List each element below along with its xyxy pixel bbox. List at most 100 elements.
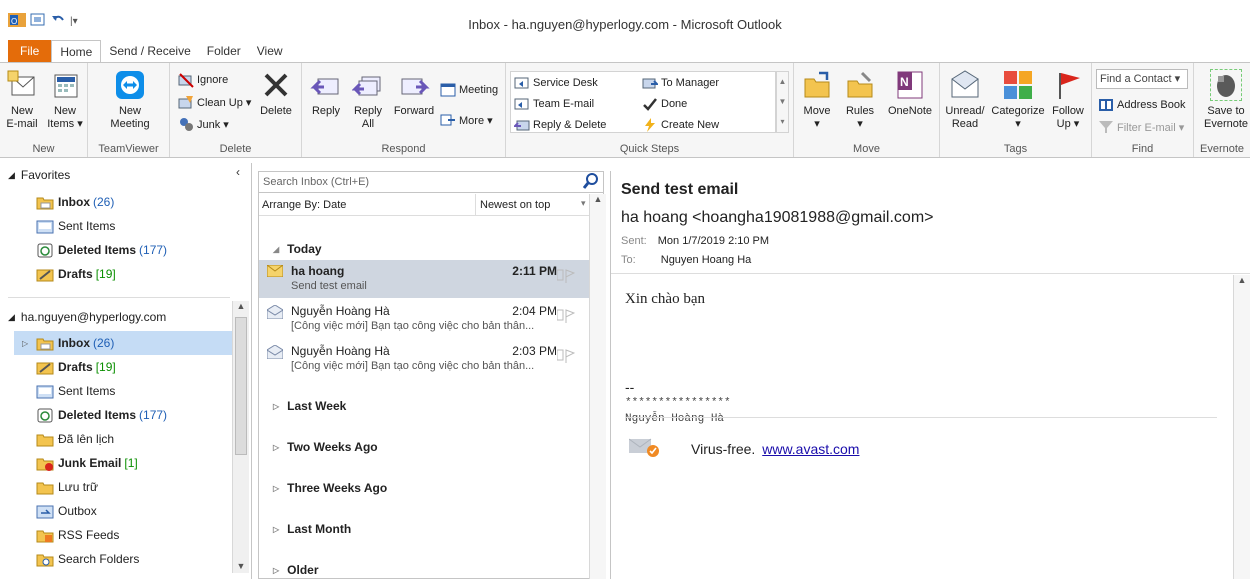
quickstep-team-email[interactable]: Team E-mail (514, 95, 594, 113)
tab-file[interactable]: File (8, 40, 52, 62)
quickstep-service-desk[interactable]: Service Desk (514, 74, 598, 92)
sort-order-button[interactable]: Newest on top (475, 194, 554, 215)
avast-link[interactable]: www.avast.com (762, 441, 859, 457)
group-evernote-label: Evernote (1199, 143, 1245, 155)
arrange-by-button[interactable]: Arrange By: Date (262, 199, 346, 211)
folder-sent-items[interactable]: Sent Items (14, 379, 232, 403)
group-respond: Reply Reply All Forward Meeting More ▾ R… (302, 63, 506, 157)
rules-button[interactable]: Rules ▾ (842, 69, 878, 131)
scroll-up-icon[interactable]: ▲ (1234, 275, 1250, 285)
nav-scroll-thumb[interactable] (235, 317, 247, 455)
folder-deleted-items[interactable]: Deleted Items (177) (14, 403, 232, 427)
folder-da-len-lich[interactable]: Đã lên lịch (14, 427, 232, 451)
quickstep-to-manager[interactable]: To Manager (642, 74, 719, 92)
message-list: Search Inbox (Ctrl+E) Arrange By: Date N… (258, 171, 606, 580)
quickstep-create-new[interactable]: Create New (642, 116, 719, 134)
ribbon-tabs: File Home Send / Receive Folder View (0, 40, 1250, 62)
scroll-up-icon[interactable]: ▲ (233, 301, 249, 311)
folder-drafts[interactable]: Drafts [19] (14, 355, 232, 379)
meeting-button[interactable]: Meeting (440, 81, 498, 99)
move-label: Move (803, 105, 831, 117)
meeting-label: Meeting (459, 84, 499, 96)
flag-icon[interactable] (556, 308, 576, 324)
arrange-bar: Arrange By: Date Newest on top ▾ (259, 194, 589, 216)
group-last-week[interactable]: ▷ Last Week (259, 396, 589, 416)
scroll-down-icon[interactable]: ▼ (233, 561, 249, 571)
sort-dropdown-icon[interactable]: ▾ (581, 198, 586, 209)
reply-all-button[interactable]: Reply All (350, 69, 386, 131)
flag-icon[interactable] (556, 268, 576, 284)
quick-steps-scroll[interactable]: ▲ ▼ ▾ (776, 71, 789, 133)
recipient[interactable]: Nguyen Hoang Ha (661, 254, 752, 266)
onenote-button[interactable]: N OneNote (884, 69, 936, 118)
folder-luu-tru[interactable]: Lưu trữ (14, 475, 232, 499)
tab-folder[interactable]: Folder (199, 40, 249, 62)
move-button[interactable]: Move ▾ (798, 69, 836, 131)
message-row[interactable]: Nguyễn Hoàng Hà 2:04 PM [Công việc mới] Bạ… (259, 300, 589, 338)
forward-button[interactable]: Forward (390, 69, 438, 118)
follow-up-button[interactable]: Follow Up ▾ (1048, 69, 1088, 131)
favorite-deleted-items[interactable]: Deleted Items (177) (36, 238, 268, 262)
nav-scrollbar[interactable]: ▲ ▼ (232, 301, 249, 573)
group-teamviewer: New Meeting TeamViewer (88, 63, 170, 157)
scroll-up-icon[interactable]: ▲ (590, 194, 606, 204)
group-older[interactable]: ▷ Older (259, 560, 589, 580)
group-today[interactable]: ◢ Today (259, 239, 589, 259)
search-input[interactable]: Search Inbox (Ctrl+E) (263, 176, 369, 188)
tab-send-receive[interactable]: Send / Receive (101, 40, 198, 62)
group-two-weeks-ago[interactable]: ▷ Two Weeks Ago (259, 437, 589, 457)
new-items-button[interactable]: New Items ▾ (44, 69, 86, 131)
junk-button[interactable]: Junk ▾ (178, 115, 229, 133)
read-envelope-icon (266, 344, 284, 360)
new-email-label: New (10, 105, 33, 117)
folder-inbox[interactable]: ▷ Inbox (26) (14, 331, 232, 355)
group-three-weeks-ago[interactable]: ▷ Three Weeks Ago (259, 478, 589, 498)
deleted-items-folder-icon (36, 408, 54, 423)
reply-button[interactable]: Reply (306, 69, 346, 118)
new-meeting-button[interactable]: New Meeting (100, 69, 160, 131)
email-sender[interactable]: ha hoang <hoangha19081988@gmail.com> (621, 209, 934, 227)
tab-view[interactable]: View (249, 40, 291, 62)
more-respond-button[interactable]: More ▾ (440, 111, 493, 129)
group-delete-label: Delete (219, 143, 252, 155)
favorite-inbox[interactable]: Inbox (26) (36, 190, 268, 214)
folder-rss-feeds[interactable]: RSS Feeds (14, 523, 232, 547)
favorite-sent-items[interactable]: Sent Items (36, 214, 268, 238)
account-header[interactable]: ◢ ha.nguyen@hyperlogy.com (8, 305, 240, 329)
categorize-icon (1002, 69, 1034, 101)
folder-outbox[interactable]: Outbox (14, 499, 232, 523)
filter-email-button[interactable]: Filter E-mail ▾ (1098, 118, 1184, 136)
message-row[interactable]: Nguyễn Hoàng Hà 2:03 PM [Công việc mới] Bạ… (259, 340, 589, 378)
search-box[interactable]: Search Inbox (Ctrl+E) (259, 172, 603, 193)
unread-read-button[interactable]: Unread/ Read (942, 69, 988, 131)
message-row[interactable]: ha hoang 2:11 PM Send test email (259, 260, 589, 298)
ignore-button[interactable]: Ignore (178, 71, 228, 89)
group-new: New E-mail New Items ▾ New (0, 63, 88, 157)
collapse-pane-icon[interactable]: ‹ (236, 165, 240, 179)
tab-home[interactable]: Home (51, 40, 102, 62)
inbox-folder-icon (36, 336, 54, 351)
delete-button[interactable]: Delete (256, 69, 296, 118)
group-new-label: New (32, 143, 55, 155)
search-icon[interactable] (582, 172, 599, 193)
quickstep-done[interactable]: Done (642, 95, 687, 113)
save-to-evernote-button[interactable]: Save to Evernote (1200, 69, 1250, 131)
expand-arrow-icon[interactable]: ▷ (22, 339, 28, 348)
categorize-button[interactable]: Categorize ▾ (990, 69, 1046, 131)
move-folder-icon (801, 69, 833, 101)
address-book-button[interactable]: Address Book (1098, 96, 1185, 114)
flag-icon[interactable] (556, 348, 576, 364)
folder-search-folders[interactable]: Search Folders (14, 547, 232, 571)
reading-scrollbar[interactable]: ▲ (1233, 275, 1250, 579)
group-last-month[interactable]: ▷ Last Month (259, 519, 589, 539)
folder-label: Outbox (58, 504, 97, 518)
delete-icon (260, 69, 292, 101)
folder-junk-email[interactable]: Junk Email [1] (14, 451, 232, 475)
favorite-drafts[interactable]: Drafts [19] (36, 262, 268, 286)
quickstep-reply-delete[interactable]: Reply & Delete (512, 116, 606, 134)
find-contact-input[interactable]: Find a Contact ▾ (1096, 69, 1188, 89)
new-email-button[interactable]: New E-mail (2, 69, 42, 131)
cleanup-button[interactable]: Clean Up ▾ (178, 93, 251, 111)
list-scrollbar[interactable]: ▲ (589, 194, 606, 579)
favorites-header[interactable]: ◢ Favorites (8, 163, 240, 187)
